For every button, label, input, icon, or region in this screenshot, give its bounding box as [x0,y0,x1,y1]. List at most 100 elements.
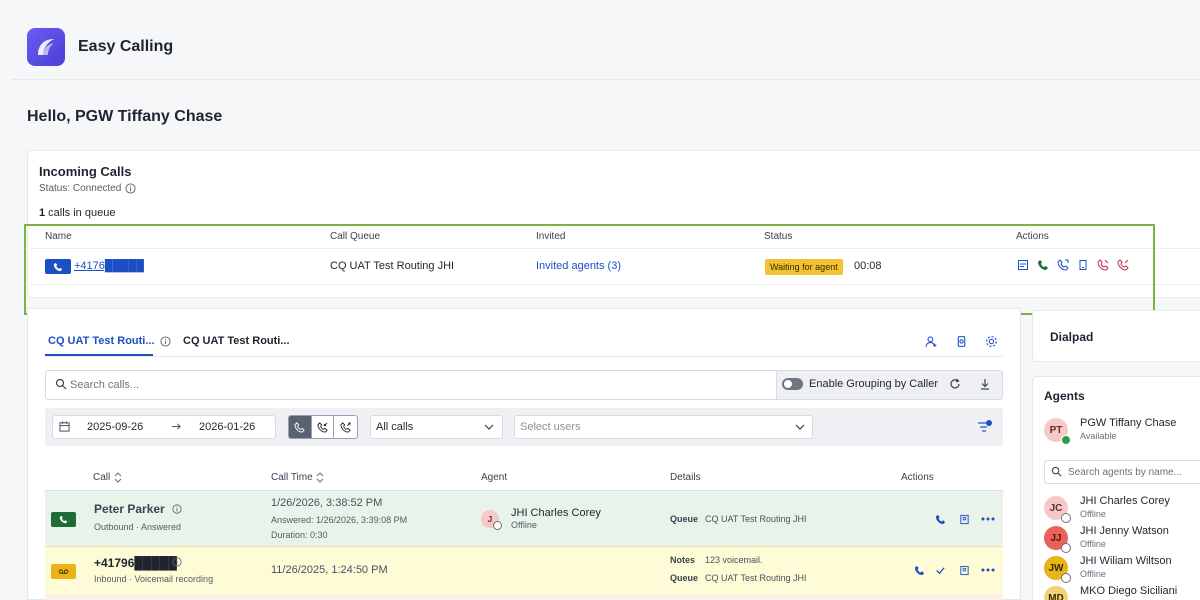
tabs-divider [45,356,1003,357]
call-direction-toggle [288,415,358,439]
queue-count-suffix: calls in queue [45,207,115,219]
call-back-icon[interactable] [935,514,946,525]
app-title: Easy Calling [78,38,173,56]
grouping-label: Enable Grouping by Caller [809,378,938,390]
queue-label: Queue [670,514,698,524]
date-from[interactable]: 2025-09-26 [87,421,143,433]
greeting: Hello, PGW Tiffany Chase [27,108,222,126]
gear-icon[interactable] [985,335,998,348]
outbound-call-icon [340,422,351,433]
my-agent-name: PGW Tiffany Chase [1080,417,1176,429]
agent-name: JHI Wiliam Wiltson [1080,555,1172,567]
dialpad-label: Dialpad [1050,330,1093,344]
sort-icon[interactable] [316,472,324,483]
info-icon[interactable] [172,504,182,514]
voicemail-icon [51,564,76,579]
agent-status: Offline [1080,569,1106,579]
avatar-initials: J [488,515,492,524]
agent-status: Offline [1080,509,1106,519]
top-bar [12,0,1200,80]
caller-name: Peter Parker [94,502,165,516]
contact-card-icon[interactable] [959,565,970,576]
agent-list-item[interactable]: JW JHI Wiliam Wiltson Offline [1044,555,1200,583]
app-logo-icon [27,28,65,66]
col-details: Details [670,472,701,483]
table-row[interactable] [45,546,1003,594]
offline-status-icon [1061,513,1071,523]
agent-list-item[interactable]: MD MKO Diego Siciliani [1044,585,1200,600]
answered-time: Answered: 1/26/2026, 3:39:08 PM [271,515,407,525]
sort-icon[interactable] [114,472,122,483]
search-icon [1051,466,1062,477]
call-back-icon[interactable] [914,565,925,576]
avatar: JW [1044,556,1068,580]
outbound-option[interactable] [334,416,357,438]
agent-list-item[interactable]: JC JHI Charles Corey Offline [1044,495,1200,523]
info-icon[interactable] [160,336,171,347]
avatar: MD [1044,586,1068,600]
agent-status: Offline [1080,539,1106,549]
notes-label: Notes [670,555,695,565]
grouping-toggle[interactable] [782,378,803,390]
search-input[interactable] [70,374,770,396]
queue-label: Queue [670,573,698,583]
avatar-initials: MD [1048,593,1064,600]
avatar: JC [1044,496,1068,520]
offline-status-icon [1061,543,1071,553]
search-icon [55,378,67,390]
connection-status-text: Status: Connected [39,183,121,194]
avatar-initials: PT [1050,425,1063,436]
queue-count: 1 calls in queue [39,207,115,219]
add-user-icon[interactable] [925,335,938,348]
connection-status: Status: Connected [39,183,136,194]
avatar-initials: JW [1049,563,1064,574]
caller-number: +41796█████ [94,556,177,570]
download-icon[interactable] [979,378,991,390]
avatar-initials: JC [1050,503,1063,514]
check-icon[interactable] [935,565,946,576]
agent-list-item[interactable]: JJ JHI Jenny Watson Offline [1044,525,1200,553]
table-row[interactable] [45,594,1003,600]
agent-name: MKO Diego Siciliani [1080,585,1177,597]
call-direction: Inbound · Voicemail recording [94,574,213,584]
avatar: PT [1044,418,1068,442]
inbound-call-icon [317,422,328,433]
queue-value: CQ UAT Test Routing JHI [705,514,807,524]
col-actions: Actions [901,472,934,483]
tab-queue-1[interactable]: CQ UAT Test Routi... [48,335,155,347]
more-icon[interactable] [981,568,995,572]
available-status-icon [1061,435,1071,445]
tab-queue-2[interactable]: CQ UAT Test Routi... [183,335,290,347]
call-time: 11/26/2025, 1:24:50 PM [271,564,388,576]
filter-icon[interactable] [977,419,993,433]
contact-card-icon[interactable] [959,514,970,525]
agent-name: JHI Charles Corey [511,507,601,519]
agent-list: JC JHI Charles Corey Offline JJ JHI Jenn… [1044,495,1200,600]
call-duration: Duration: 0:30 [271,530,328,540]
info-icon[interactable] [125,183,136,194]
inbound-option[interactable] [312,416,335,438]
notes-value: 123 voicemail. [705,555,763,565]
queue-value: CQ UAT Test Routing JHI [705,573,807,583]
my-agent-status: Available [1080,431,1116,441]
users-placeholder: Select users [520,421,581,433]
call-type-value: All calls [376,421,413,433]
agent-name: JHI Jenny Watson [1080,525,1169,537]
refresh-icon[interactable] [949,378,961,390]
phone-settings-icon[interactable] [955,335,968,348]
avatar-initials: JJ [1050,533,1061,544]
answered-call-icon [51,512,76,527]
agent-status: Offline [511,520,537,530]
more-icon[interactable] [981,517,995,521]
incoming-call-highlight [24,224,1155,315]
call-direction: Outbound · Answered [94,522,181,532]
col-call[interactable]: Call [93,472,110,483]
info-icon[interactable] [172,557,182,567]
all-directions-option[interactable] [289,416,312,438]
col-agent: Agent [481,472,507,483]
col-call-time[interactable]: Call Time [271,472,313,483]
phone-icon [294,422,305,433]
call-time: 1/26/2026, 3:38:52 PM [271,497,382,509]
date-to[interactable]: 2026-01-26 [199,421,255,433]
incoming-calls-title: Incoming Calls [39,164,131,179]
